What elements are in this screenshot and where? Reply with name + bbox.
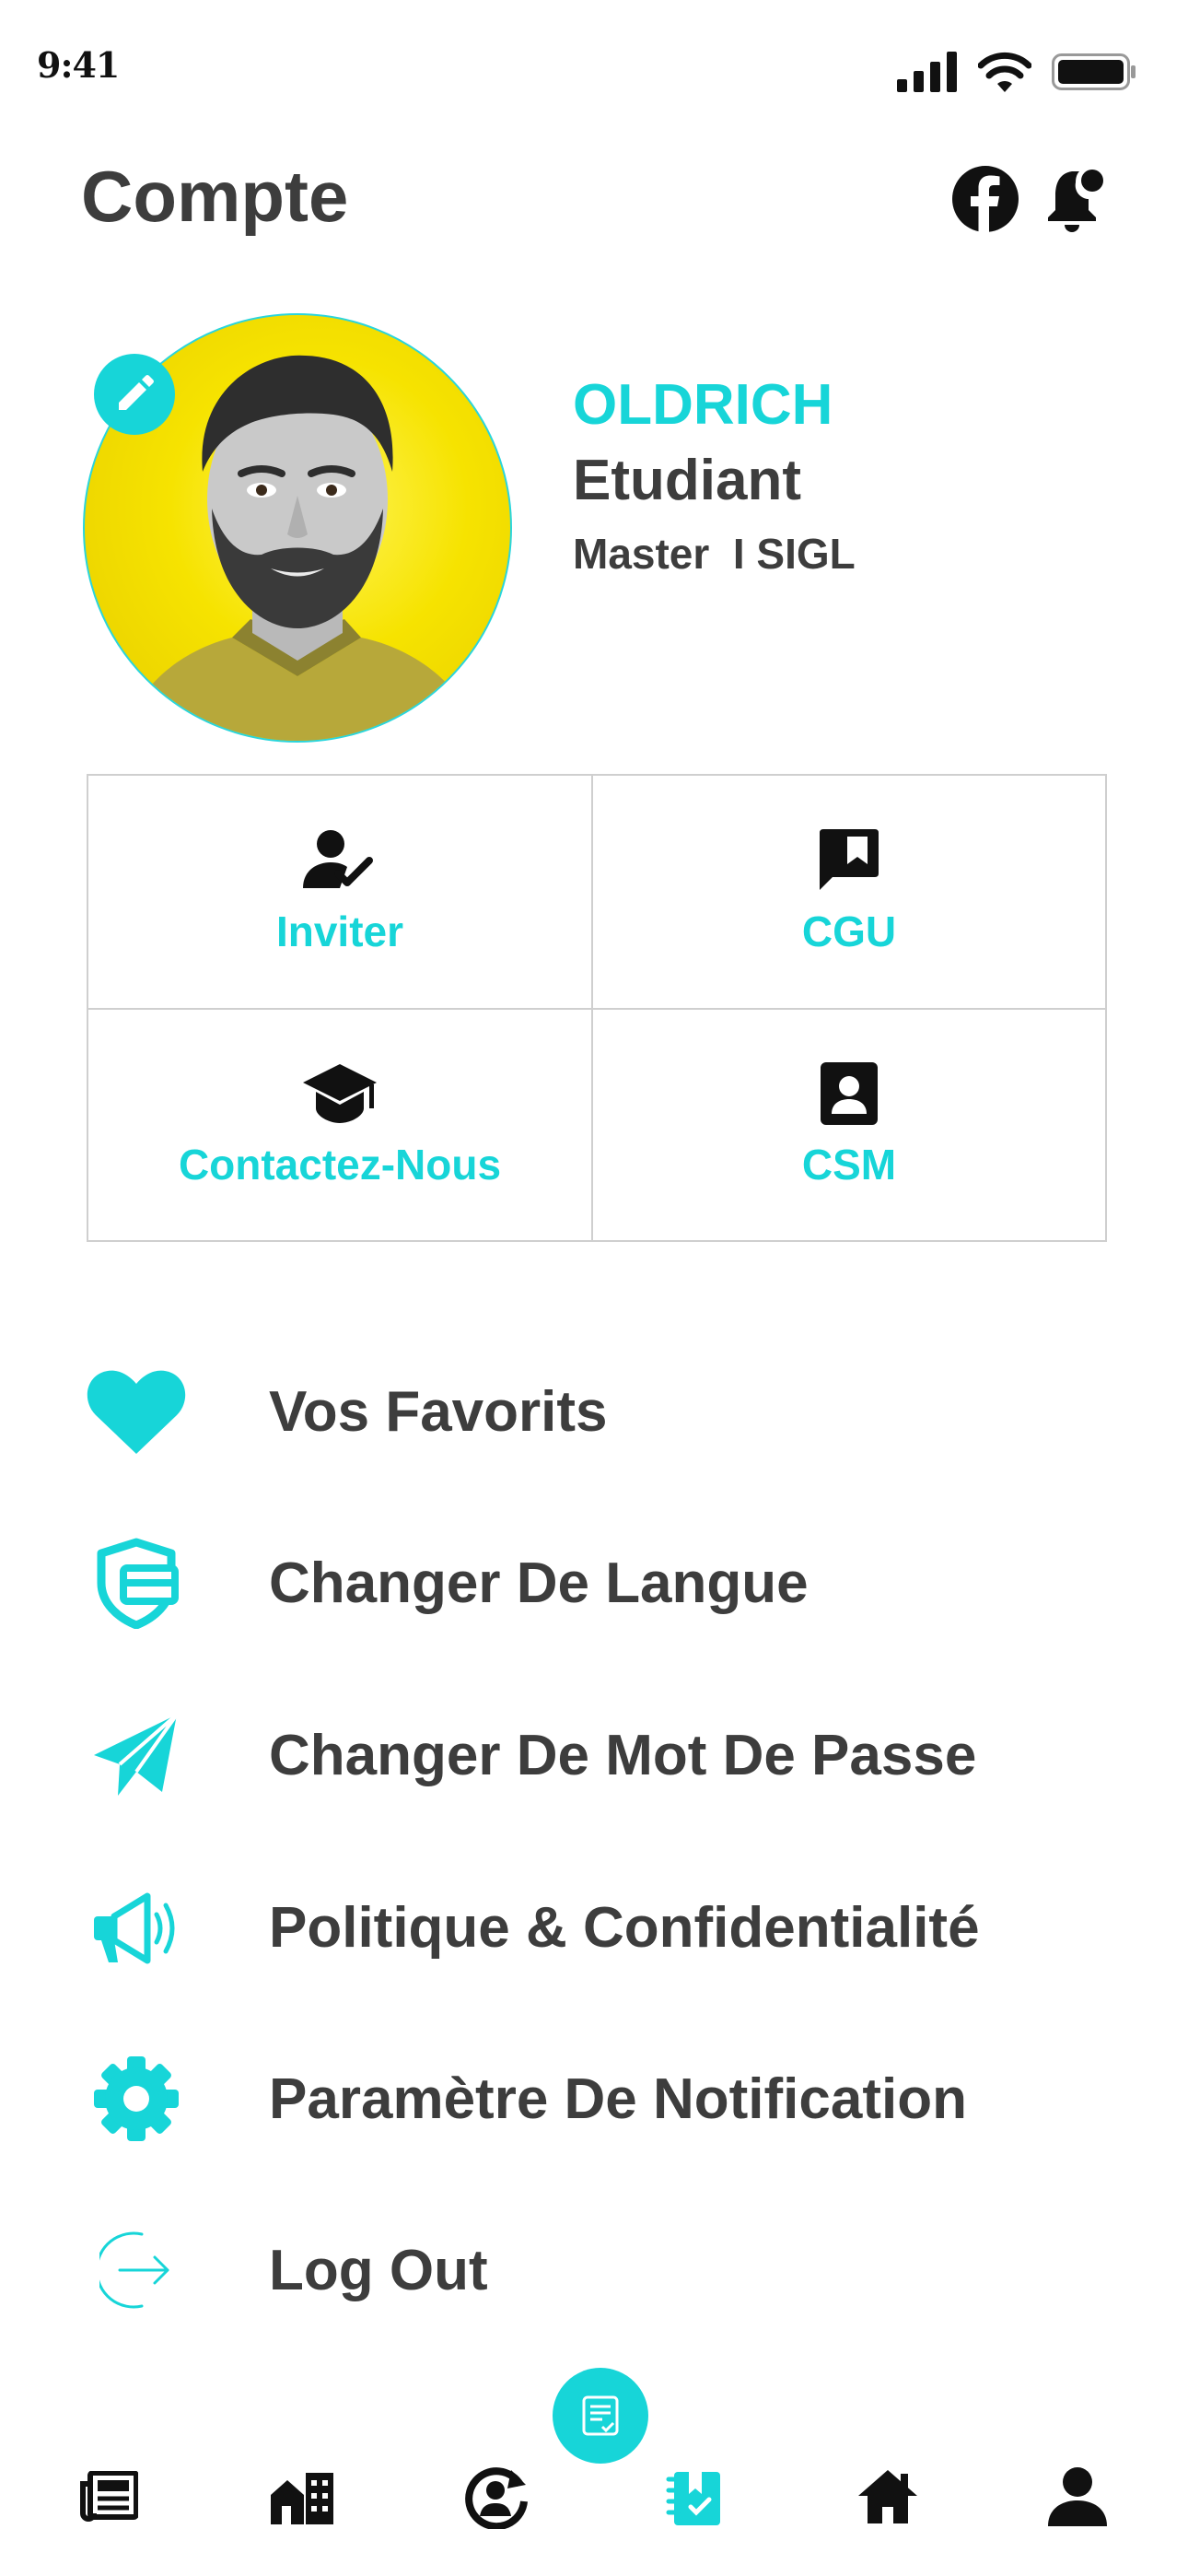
nav-home[interactable] <box>853 2462 923 2532</box>
profile-name: OLDRICH <box>573 373 833 437</box>
contact-card-icon <box>821 1062 878 1125</box>
menu-item-privacy[interactable]: Politique & Confidentialité <box>83 1872 1114 1983</box>
page-title: Compte <box>81 156 349 237</box>
action-grid: Inviter CGU Contactez-Nous CSM <box>87 774 1107 1242</box>
menu-label: Changer De Langue <box>269 1551 809 1615</box>
invite-label: Inviter <box>275 907 404 955</box>
menu-item-language[interactable]: Changer De Langue <box>83 1528 1114 1638</box>
graduation-cap-icon <box>303 1064 377 1123</box>
facebook-icon[interactable] <box>949 162 1022 236</box>
profile-role: Etudiant <box>573 449 801 512</box>
contact-us-button[interactable]: Contactez-Nous <box>88 1008 591 1240</box>
menu-label: Vos Favorits <box>269 1379 608 1444</box>
menu-item-favorites[interactable]: Vos Favorits <box>83 1356 1114 1467</box>
comment-bookmark-icon <box>820 829 879 890</box>
person-check-icon <box>303 830 373 888</box>
checklist-icon <box>582 2395 619 2436</box>
cgu-label: CGU <box>801 907 897 955</box>
cgu-button[interactable]: CGU <box>591 776 1105 1008</box>
nav-profile[interactable] <box>1042 2462 1112 2532</box>
nav-account-sync[interactable] <box>462 2462 532 2532</box>
city-icon <box>271 2473 333 2524</box>
megaphone-icon <box>83 1874 190 1981</box>
menu-label: Paramètre De Notification <box>269 2067 967 2131</box>
menu-label: Log Out <box>269 2238 488 2302</box>
gear-icon <box>83 2045 190 2152</box>
nav-notebook[interactable] <box>659 2462 729 2532</box>
account-sync-icon <box>465 2467 528 2529</box>
notification-bell-icon[interactable] <box>1039 162 1112 236</box>
newspaper-icon <box>80 2471 138 2522</box>
csm-button[interactable]: CSM <box>591 1008 1105 1240</box>
edit-avatar-button[interactable] <box>94 354 175 435</box>
notebook-check-icon <box>666 2472 720 2525</box>
menu-label: Politique & Confidentialité <box>269 1895 980 1960</box>
nav-news[interactable] <box>74 2462 144 2532</box>
menu-item-notification-settings[interactable]: Paramètre De Notification <box>83 2043 1114 2154</box>
contact-us-label: Contactez-Nous <box>178 1141 502 1188</box>
paper-plane-icon <box>83 1702 190 1809</box>
home-icon <box>858 2470 917 2523</box>
heart-icon <box>83 1358 190 1465</box>
pencil-icon <box>119 375 154 410</box>
status-time: 9:41 <box>37 44 120 86</box>
invite-button[interactable]: Inviter <box>88 776 591 1008</box>
nav-city[interactable] <box>267 2462 337 2532</box>
signal-icon <box>897 52 957 92</box>
floating-action-button[interactable] <box>553 2368 648 2464</box>
menu-item-logout[interactable]: Log Out <box>83 2215 1114 2325</box>
profile-level: Master I SIGL <box>573 530 856 578</box>
csm-label: CSM <box>801 1141 897 1188</box>
menu-item-password[interactable]: Changer De Mot De Passe <box>83 1700 1114 1810</box>
person-icon <box>1048 2467 1107 2526</box>
language-shield-icon <box>83 1529 190 1636</box>
wifi-icon <box>978 52 1031 92</box>
status-icons <box>897 52 1136 92</box>
battery-icon <box>1052 53 1136 90</box>
logout-icon <box>83 2217 190 2324</box>
menu-label: Changer De Mot De Passe <box>269 1723 977 1787</box>
